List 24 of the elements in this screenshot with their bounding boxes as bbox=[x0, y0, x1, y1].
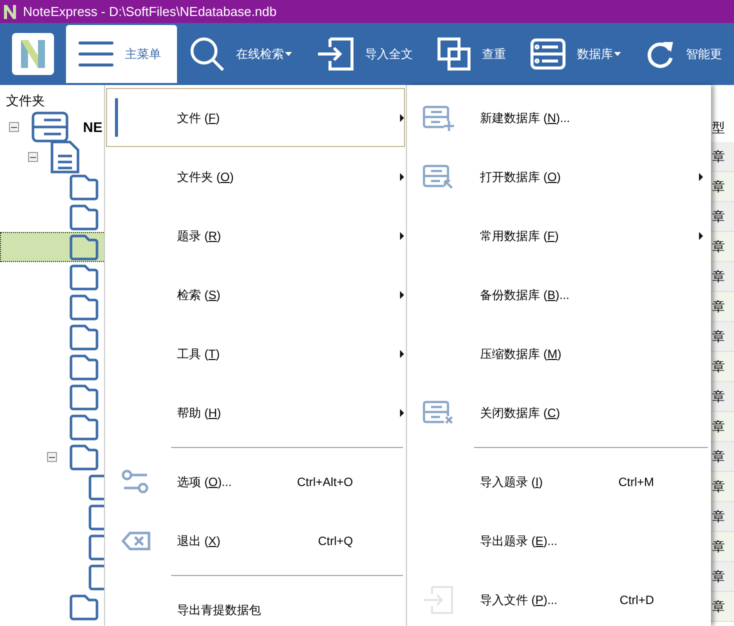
table-cell: 章 bbox=[710, 472, 734, 502]
table-cell: 章 bbox=[710, 232, 734, 262]
panel-title: 文件夹 bbox=[6, 93, 46, 109]
tree-label: NE bbox=[83, 118, 102, 136]
table-cell: 章 bbox=[710, 292, 734, 322]
shortcut-text: Ctrl+Q bbox=[318, 532, 353, 550]
table-cell: 章 bbox=[710, 562, 734, 592]
table-cell: 章 bbox=[710, 262, 734, 292]
table-cell: 章 bbox=[710, 382, 734, 412]
table-cell: 章 bbox=[710, 412, 734, 442]
column-header: 型 bbox=[711, 119, 726, 137]
table-cell: 章 bbox=[710, 352, 734, 382]
table-cell: 章 bbox=[710, 442, 734, 472]
window-title: NoteExpress - D:\SoftFiles\NEdatabase.ndb bbox=[23, 2, 277, 21]
shortcut-text: Ctrl+M bbox=[618, 474, 654, 490]
table-cell: 章 bbox=[710, 502, 734, 532]
table-cell: 章 bbox=[710, 322, 734, 352]
table-cell: 章 bbox=[710, 202, 734, 232]
shortcut-text: Ctrl+Alt+O bbox=[296, 474, 353, 490]
table-cell: 章 bbox=[710, 592, 734, 622]
shortcut-text: Ctrl+D bbox=[620, 592, 654, 608]
table-cell: 章 bbox=[710, 532, 734, 562]
table-cell: 章 bbox=[710, 142, 734, 172]
table-cell: 章 bbox=[710, 172, 734, 202]
